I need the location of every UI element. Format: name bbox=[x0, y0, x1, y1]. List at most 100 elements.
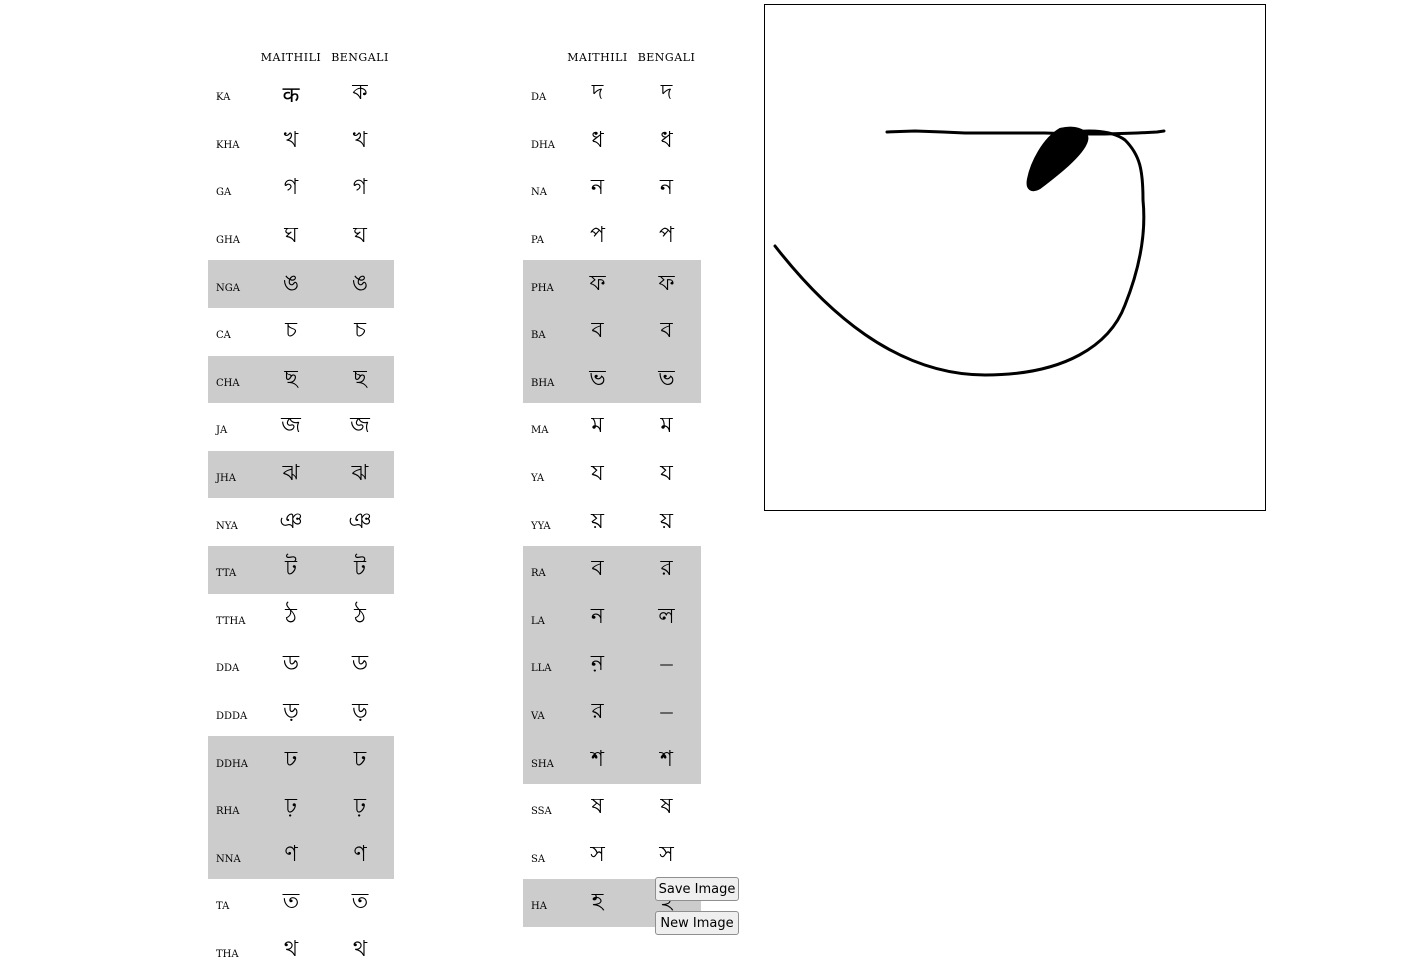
maithili-glyph: ন় bbox=[563, 641, 632, 689]
maithili-glyph: চ bbox=[285, 318, 297, 344]
table-row: YA য য bbox=[523, 451, 701, 499]
roman-label: TA bbox=[216, 901, 230, 913]
table-row: SSA ষ ষ bbox=[523, 784, 701, 832]
table-row: THA থ থ bbox=[208, 927, 394, 974]
column-header-roman bbox=[523, 44, 563, 70]
roman-label: BHA bbox=[523, 355, 563, 404]
roman-label: JA bbox=[216, 425, 228, 437]
bengali-glyph: ঙ bbox=[326, 260, 394, 308]
maithili-glyph: ব bbox=[563, 307, 632, 356]
table-row: LA ন ল bbox=[523, 593, 701, 642]
column-header-maithili: MAITHILI bbox=[260, 50, 322, 64]
table-row: CA চ চ bbox=[208, 308, 394, 356]
bengali-glyph: ভ bbox=[632, 355, 701, 404]
table-row: KA क ক bbox=[208, 70, 394, 118]
bengali-glyph: — bbox=[632, 688, 701, 737]
bengali-glyph: ধ bbox=[660, 127, 673, 153]
bengali-glyph: ন bbox=[659, 175, 674, 201]
ink-blob bbox=[1026, 126, 1089, 192]
table-row: RHA ঢ় ঢ় bbox=[208, 783, 394, 832]
roman-label: SA bbox=[531, 853, 546, 865]
roman-label: SSA bbox=[531, 806, 552, 818]
table-row: RA ব র bbox=[523, 545, 701, 594]
table-row: DHA ধ ধ bbox=[523, 118, 701, 166]
roman-label: VA bbox=[523, 688, 563, 737]
maithili-glyph: থ bbox=[283, 936, 299, 962]
maithili-glyph: হ bbox=[563, 879, 632, 927]
drawing-surface[interactable] bbox=[765, 5, 1265, 510]
ink-stroke-headline bbox=[885, 129, 1166, 136]
bengali-glyph: চ bbox=[354, 318, 366, 344]
roman-label: DDHA bbox=[208, 736, 256, 784]
save-image-button[interactable]: Save Image bbox=[655, 877, 739, 901]
ink-stroke-curve bbox=[773, 129, 1146, 377]
bengali-glyph: ঠ bbox=[354, 603, 366, 629]
roman-label: MA bbox=[531, 425, 549, 437]
table-row: DDDA ড় ড় bbox=[208, 689, 394, 737]
maithili-glyph: ঙ bbox=[256, 260, 326, 308]
roman-label: PHA bbox=[523, 260, 563, 308]
table-row: MA ম ম bbox=[523, 403, 701, 451]
bengali-glyph: ব bbox=[632, 307, 701, 356]
column-header-roman bbox=[208, 44, 256, 70]
roman-label: DDA bbox=[216, 663, 240, 675]
drawing-canvas[interactable] bbox=[764, 4, 1266, 511]
table-row: YYA য় য় bbox=[523, 498, 701, 546]
table-row: KHA খ খ bbox=[208, 118, 394, 166]
roman-label: NYA bbox=[216, 520, 238, 532]
bengali-glyph: ঞ bbox=[348, 508, 372, 534]
roman-label: NA bbox=[531, 187, 547, 199]
maithili-glyph: য় bbox=[591, 508, 604, 534]
roman-label: SHA bbox=[523, 736, 563, 784]
table-row: TTA ট ট bbox=[208, 545, 394, 594]
bengali-glyph: ট bbox=[326, 545, 394, 594]
roman-label: CA bbox=[216, 330, 231, 342]
maithili-glyph: ন bbox=[563, 593, 632, 642]
consonant-table-left: MAITHILI BENGALI KA क ক KHA খ খ GA গ গ GHA ঘ ঘ NGA ঙ ঙ… bbox=[208, 44, 394, 974]
table-row: SA স স bbox=[523, 832, 701, 880]
bengali-glyph: গ bbox=[352, 175, 368, 201]
maithili-glyph: ঢ bbox=[256, 736, 326, 784]
roman-label: PA bbox=[531, 235, 545, 247]
roman-label: YA bbox=[531, 473, 545, 485]
maithili-glyph: প bbox=[590, 223, 605, 249]
roman-label: HA bbox=[523, 879, 563, 927]
table-row: NA ন ন bbox=[523, 165, 701, 213]
table-row: CHA ছ ছ bbox=[208, 355, 394, 404]
bengali-glyph: ড bbox=[351, 651, 369, 677]
bengali-glyph: প bbox=[659, 223, 674, 249]
column-header-bengali: BENGALI bbox=[637, 50, 696, 64]
maithili-glyph: ধ bbox=[591, 127, 604, 153]
bengali-glyph: ক bbox=[352, 80, 368, 106]
table-row: GA গ গ bbox=[208, 165, 394, 213]
bengali-glyph: ফ bbox=[632, 260, 701, 308]
table-row: VA র — bbox=[523, 688, 701, 737]
table-row: TA ত ত bbox=[208, 879, 394, 927]
table-row: JHA ঝ ঝ bbox=[208, 450, 394, 499]
bengali-glyph: ত bbox=[351, 889, 369, 915]
maithili-glyph: জ bbox=[281, 413, 301, 439]
maithili-glyph: क bbox=[282, 82, 300, 108]
roman-label: TTA bbox=[208, 545, 256, 594]
roman-label: DHA bbox=[531, 139, 555, 151]
bengali-glyph: — bbox=[632, 641, 701, 689]
maithili-glyph: গ bbox=[283, 175, 299, 201]
maithili-glyph: ঠ bbox=[285, 603, 297, 629]
bengali-glyph: র bbox=[632, 545, 701, 594]
maithili-glyph: ষ bbox=[591, 794, 604, 820]
bengali-glyph: শ bbox=[632, 736, 701, 784]
table-row: PA প প bbox=[523, 213, 701, 261]
maithili-glyph: ত bbox=[282, 889, 300, 915]
bengali-glyph: ঢ় bbox=[326, 783, 394, 832]
bengali-glyph: ণ bbox=[326, 831, 394, 880]
new-image-button[interactable]: New Image bbox=[655, 911, 739, 935]
bengali-glyph: য bbox=[660, 461, 673, 487]
table-row: NGA ঙ ঙ bbox=[208, 260, 394, 308]
roman-label: KA bbox=[216, 92, 231, 104]
table-row: BHA ভ ভ bbox=[523, 355, 701, 404]
bengali-glyph: ম bbox=[660, 413, 673, 439]
table-row: TTHA ঠ ঠ bbox=[208, 594, 394, 642]
maithili-glyph: দ bbox=[591, 80, 604, 106]
maithili-glyph: ব bbox=[563, 545, 632, 594]
bengali-glyph: ঘ bbox=[353, 223, 367, 249]
